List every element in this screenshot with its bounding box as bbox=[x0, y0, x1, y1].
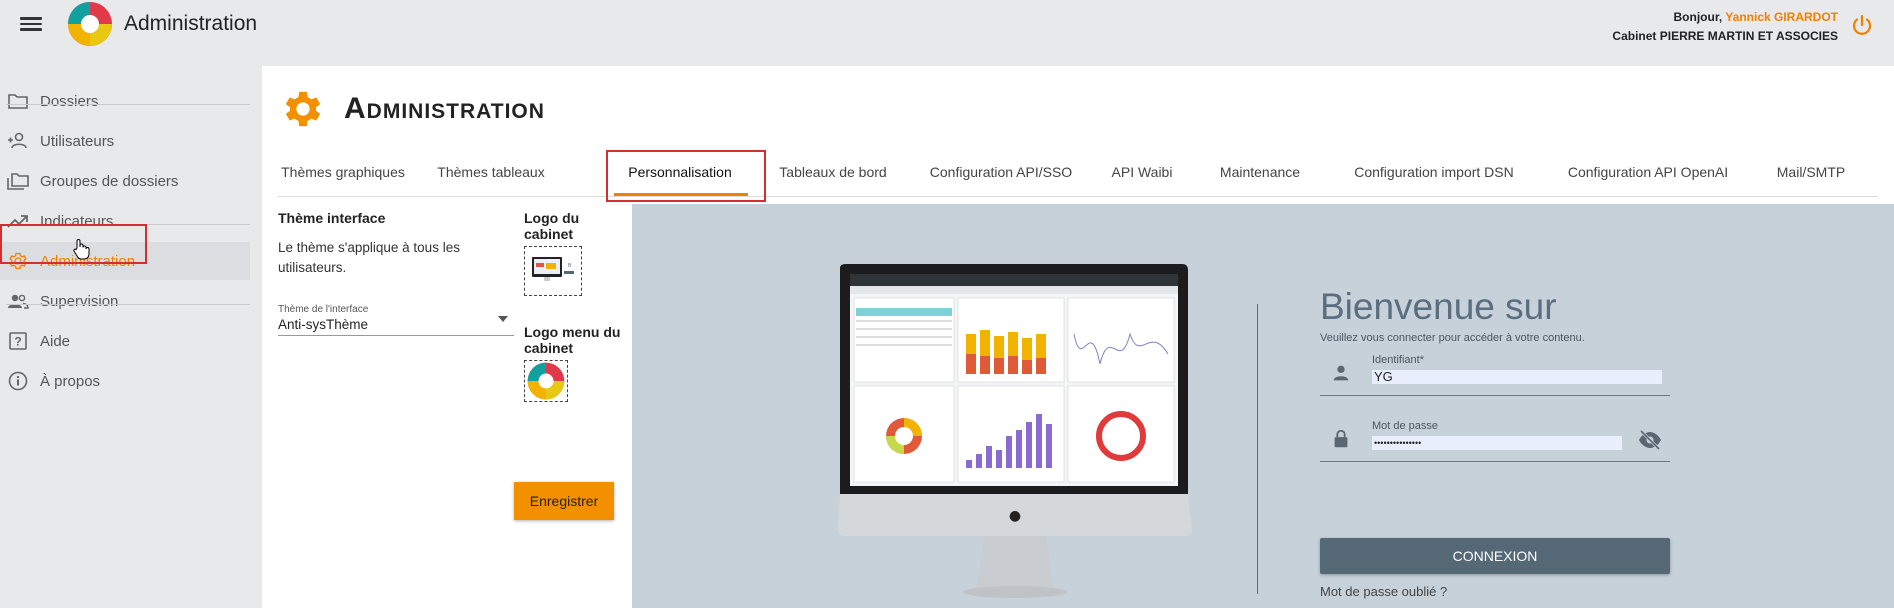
login-input[interactable]: YG bbox=[1372, 370, 1662, 384]
tab-configuration-api-sso[interactable]: Configuration API/SSO bbox=[926, 150, 1076, 194]
gear-icon bbox=[6, 249, 30, 273]
sidebar: Dossiers Utilisateurs Groupes de dossier… bbox=[0, 66, 260, 608]
sidebar-item-label: À propos bbox=[40, 372, 101, 390]
theme-heading: Thème interface bbox=[278, 210, 386, 226]
people-icon bbox=[6, 289, 30, 313]
sidebar-item-apropos[interactable]: À propos bbox=[0, 362, 250, 400]
password-field[interactable]: Mot de passe ••••••••••••••• bbox=[1320, 420, 1670, 462]
add-user-icon bbox=[6, 129, 30, 153]
login-label: Identifiant* bbox=[1372, 354, 1424, 366]
tab-configuration-import-dsn[interactable]: Configuration import DSN bbox=[1348, 150, 1520, 194]
app-logo bbox=[68, 2, 112, 46]
theme-select[interactable]: Thème de l'interface Anti-sysThème bbox=[278, 304, 514, 336]
hand-cursor-icon bbox=[73, 239, 90, 260]
sidebar-item-label: Indicateurs bbox=[40, 212, 114, 230]
sidebar-divider bbox=[6, 304, 250, 305]
sidebar-item-label: Dossiers bbox=[40, 92, 99, 110]
theme-select-value: Anti-sysThème bbox=[278, 317, 369, 332]
computer-illustration: ● bbox=[838, 264, 1192, 598]
help-icon: ? bbox=[6, 329, 30, 353]
lock-icon bbox=[1334, 429, 1348, 448]
theme-description: Le thème s'applique à tous les utilisate… bbox=[278, 240, 460, 275]
logo-cabinet-label: Logo du cabinet bbox=[524, 210, 580, 242]
preview-divider bbox=[1257, 304, 1258, 594]
page-title: Administration bbox=[344, 92, 545, 125]
folder-icon bbox=[6, 89, 30, 113]
power-icon[interactable] bbox=[1850, 13, 1874, 37]
sidebar-item-label: Utilisateurs bbox=[40, 132, 115, 150]
sidebar-item-supervision[interactable]: Supervision bbox=[0, 282, 250, 320]
password-input[interactable]: ••••••••••••••• bbox=[1372, 436, 1622, 450]
user-greeting: Bonjour, Yannick GIRARDOT Cabinet PIERRE… bbox=[1612, 8, 1838, 46]
cabinet-name: Cabinet PIERRE MARTIN ET ASSOCIES bbox=[1612, 29, 1838, 43]
tab-tableaux-de-bord[interactable]: Tableaux de bord bbox=[770, 150, 896, 194]
password-label: Mot de passe bbox=[1372, 420, 1439, 432]
tab-personnalisation[interactable]: Personnalisation bbox=[610, 150, 750, 194]
tabs-divider bbox=[278, 196, 1878, 197]
chevron-down-icon bbox=[498, 316, 508, 322]
tab-themes-graphiques[interactable]: Thèmes graphiques bbox=[278, 150, 408, 194]
tab-maintenance[interactable]: Maintenance bbox=[1210, 150, 1310, 194]
folders-icon bbox=[6, 169, 30, 193]
tab-themes-tableaux[interactable]: Thèmes tableaux bbox=[428, 150, 554, 194]
tab-configuration-api-openai[interactable]: Configuration API OpenAI bbox=[1562, 150, 1734, 194]
eye-off-icon[interactable] bbox=[1638, 430, 1662, 450]
tab-api-waibi[interactable]: API Waibi bbox=[1102, 150, 1182, 194]
save-button[interactable]: Enregistrer bbox=[514, 482, 614, 520]
user-name[interactable]: Yannick GIRARDOT bbox=[1725, 10, 1838, 24]
login-field[interactable]: Identifiant* YG bbox=[1320, 354, 1670, 396]
user-icon bbox=[1333, 365, 1349, 381]
page-header: Administration bbox=[282, 88, 545, 130]
sidebar-item-indicateurs[interactable]: Indicateurs bbox=[0, 202, 250, 240]
theme-select-label: Thème de l'interface bbox=[278, 304, 369, 315]
sidebar-item-administration[interactable]: Administration bbox=[0, 242, 250, 280]
sidebar-divider bbox=[6, 224, 250, 225]
tab-mail-smtp[interactable]: Mail/SMTP bbox=[1768, 150, 1854, 194]
welcome-subtitle: Veuillez vous connecter pour accéder à v… bbox=[1320, 332, 1585, 344]
sidebar-item-label: Groupes de dossiers bbox=[40, 172, 179, 190]
sidebar-item-dossiers[interactable]: Dossiers bbox=[0, 82, 250, 120]
gear-icon bbox=[285, 91, 321, 127]
svg-text:●: ● bbox=[1009, 508, 1021, 524]
welcome-title: Bienvenue sur bbox=[1320, 286, 1557, 327]
logo-menu-label: Logo menu du cabinet bbox=[524, 324, 621, 356]
logo-menu-image bbox=[527, 362, 565, 400]
connexion-button[interactable]: CONNEXION bbox=[1320, 538, 1670, 574]
login-preview: ● Bienvenue sur Veuillez vous connecter … bbox=[632, 204, 1894, 608]
info-icon bbox=[6, 369, 30, 393]
hamburger-menu-icon[interactable] bbox=[20, 14, 42, 32]
svg-text:?: ? bbox=[14, 335, 21, 349]
sidebar-item-groupes[interactable]: Groupes de dossiers bbox=[0, 162, 250, 200]
sidebar-item-label: Aide bbox=[40, 332, 71, 350]
logo-menu-thumbnail[interactable] bbox=[524, 360, 568, 402]
greeting-prefix: Bonjour, bbox=[1673, 10, 1723, 24]
theme-settings: Thème interface Le thème s'applique à to… bbox=[278, 210, 514, 336]
main-panel: Administration Thèmes graphiques Thèmes … bbox=[262, 66, 1894, 608]
sidebar-item-aide[interactable]: ? Aide bbox=[0, 322, 250, 360]
trending-up-icon bbox=[6, 209, 30, 233]
top-bar: Administration Bonjour, Yannick GIRARDOT… bbox=[0, 0, 1894, 66]
logo-preview-image: B bbox=[528, 251, 578, 291]
sidebar-item-label: Supervision bbox=[40, 292, 119, 310]
sidebar-item-utilisateurs[interactable]: Utilisateurs bbox=[0, 122, 250, 160]
logo-settings: Logo du cabinet B Logo menu du cabinet E… bbox=[514, 210, 624, 520]
app-title: Administration bbox=[124, 12, 258, 35]
forgot-password-link[interactable]: Mot de passe oublié ? bbox=[1320, 584, 1447, 599]
sidebar-divider bbox=[6, 104, 250, 105]
logo-cabinet-thumbnail[interactable]: B bbox=[524, 246, 582, 296]
